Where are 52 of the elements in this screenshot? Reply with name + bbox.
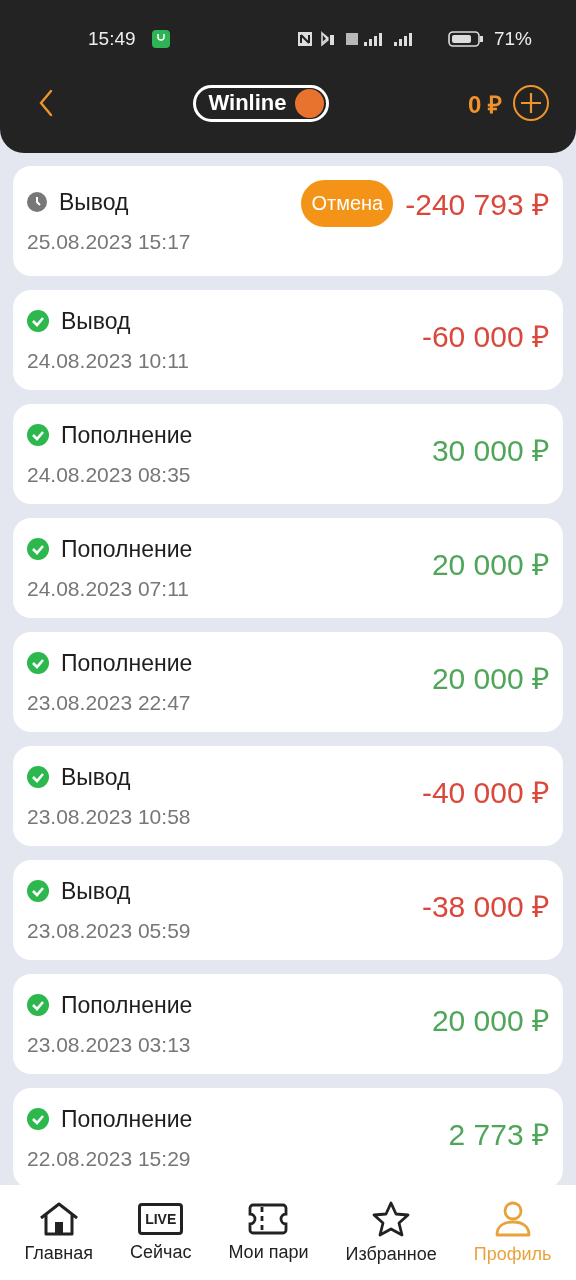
transaction-amount: 20 000 ₽ [431, 546, 549, 583]
nav-tab[interactable]: Мои пари [228, 1202, 309, 1263]
transaction-card[interactable]: Вывод 24.08.2023 10:11 -60 000 ₽ [13, 290, 563, 390]
transaction-title: Пополнение [61, 1105, 193, 1133]
star-icon [371, 1200, 412, 1238]
transaction-title: Пополнение [61, 421, 193, 449]
transaction-card[interactable]: Пополнение 23.08.2023 22:47 20 000 ₽ [13, 632, 563, 732]
transaction-card[interactable]: Вывод 25.08.2023 15:17 Отмена -240 793 ₽ [13, 166, 563, 276]
transaction-date: 23.08.2023 22:47 [27, 690, 192, 715]
transaction-amount: -40 000 ₽ [421, 774, 549, 811]
transaction-card[interactable]: Вывод 23.08.2023 10:58 -40 000 ₽ [13, 746, 563, 846]
ticket-icon [248, 1202, 289, 1236]
balance: 0 ₽ [467, 89, 502, 120]
transaction-card[interactable]: Пополнение 24.08.2023 08:35 30 000 ₽ [13, 404, 563, 504]
transaction-amount: -60 000 ₽ [421, 318, 549, 355]
transaction-amount: 20 000 ₽ [431, 660, 549, 697]
transaction-card[interactable]: Вывод 23.08.2023 05:59 -38 000 ₽ [13, 860, 563, 960]
live-icon: LIVE [138, 1203, 184, 1235]
transaction-date: 24.08.2023 10:11 [27, 348, 189, 373]
transaction-amount: 2 773 ₽ [448, 1116, 549, 1153]
transaction-amount: 30 000 ₽ [431, 432, 549, 469]
logo: Winline [193, 84, 329, 122]
transaction-card[interactable]: Пополнение 23.08.2023 03:13 20 000 ₽ [13, 974, 563, 1074]
transaction-date: 24.08.2023 07:11 [27, 576, 190, 601]
transaction-card[interactable]: Пополнение 24.08.2023 07:11 20 000 ₽ [13, 518, 563, 618]
transaction-title: Пополнение [61, 649, 193, 677]
add-icon[interactable] [512, 84, 550, 122]
nav-tab[interactable]: Избранное [345, 1200, 437, 1265]
transaction-amount: 20 000 ₽ [431, 1002, 549, 1039]
transaction-date: 23.08.2023 03:13 [27, 1032, 192, 1057]
nav-tab[interactable]: LIVE Сейчас [130, 1202, 192, 1263]
transaction-date: 25.08.2023 15:17 [27, 229, 191, 254]
transaction-title: Вывод [61, 877, 131, 905]
transaction-amount: -240 793 ₽ [405, 187, 549, 223]
battery-percent: 71% [493, 28, 532, 50]
transaction-title: Вывод [59, 188, 129, 216]
transaction-title: Вывод [61, 763, 131, 791]
transaction-date: 22.08.2023 15:29 [27, 1146, 192, 1171]
transaction-date: 24.08.2023 08:35 [27, 462, 192, 487]
transaction-title: Вывод [61, 307, 131, 335]
transaction-date: 23.08.2023 05:59 [27, 918, 191, 943]
home-icon [37, 1201, 80, 1237]
status-time: 15:49 [88, 28, 136, 50]
battery-icon [447, 30, 484, 48]
transaction-card[interactable]: Пополнение 22.08.2023 15:29 2 773 ₽ [13, 1088, 563, 1185]
app-notification-icon [151, 30, 170, 48]
transaction-title: Пополнение [61, 991, 193, 1019]
transaction-title: Пополнение [61, 535, 193, 563]
nav-tab[interactable]: Главная [24, 1201, 93, 1264]
back-icon[interactable] [38, 89, 54, 117]
transaction-date: 23.08.2023 10:58 [27, 804, 191, 829]
transaction-amount: -38 000 ₽ [421, 888, 549, 925]
